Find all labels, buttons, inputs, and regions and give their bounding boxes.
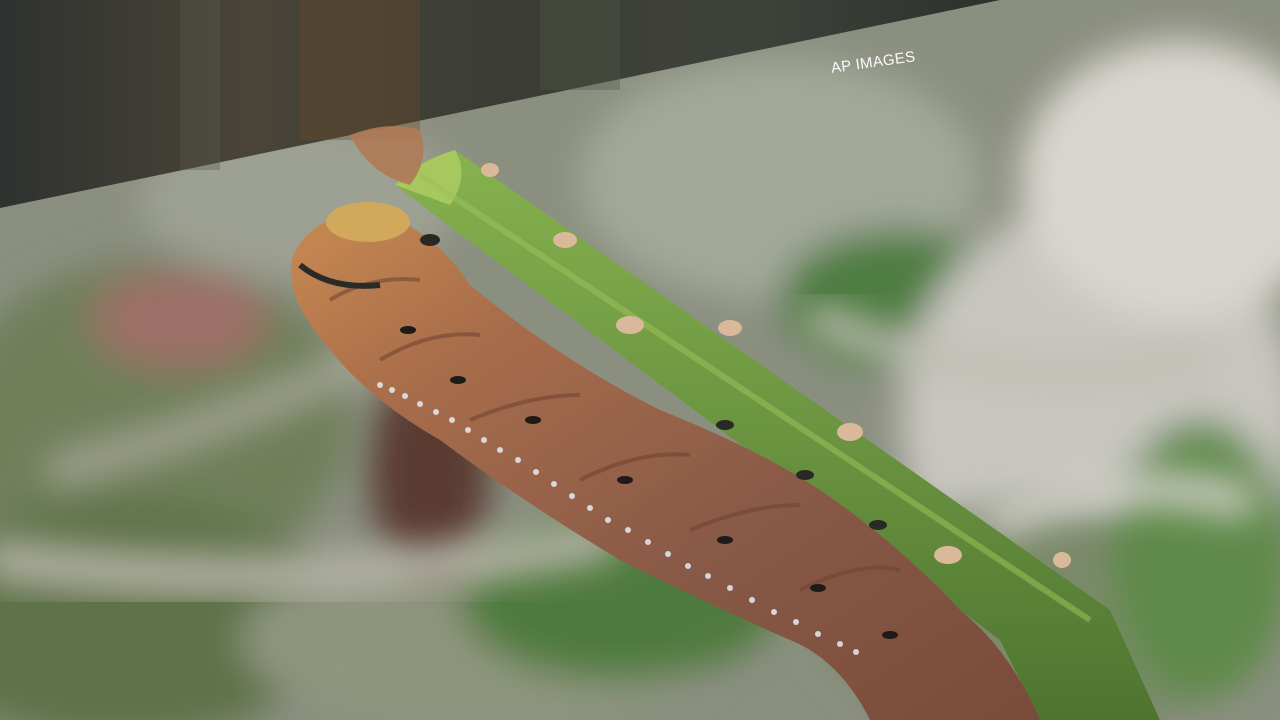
caterpillar-photo	[0, 0, 1280, 720]
photo-scene: AP IMAGES	[0, 0, 1280, 720]
caterpillar-head	[326, 202, 410, 242]
